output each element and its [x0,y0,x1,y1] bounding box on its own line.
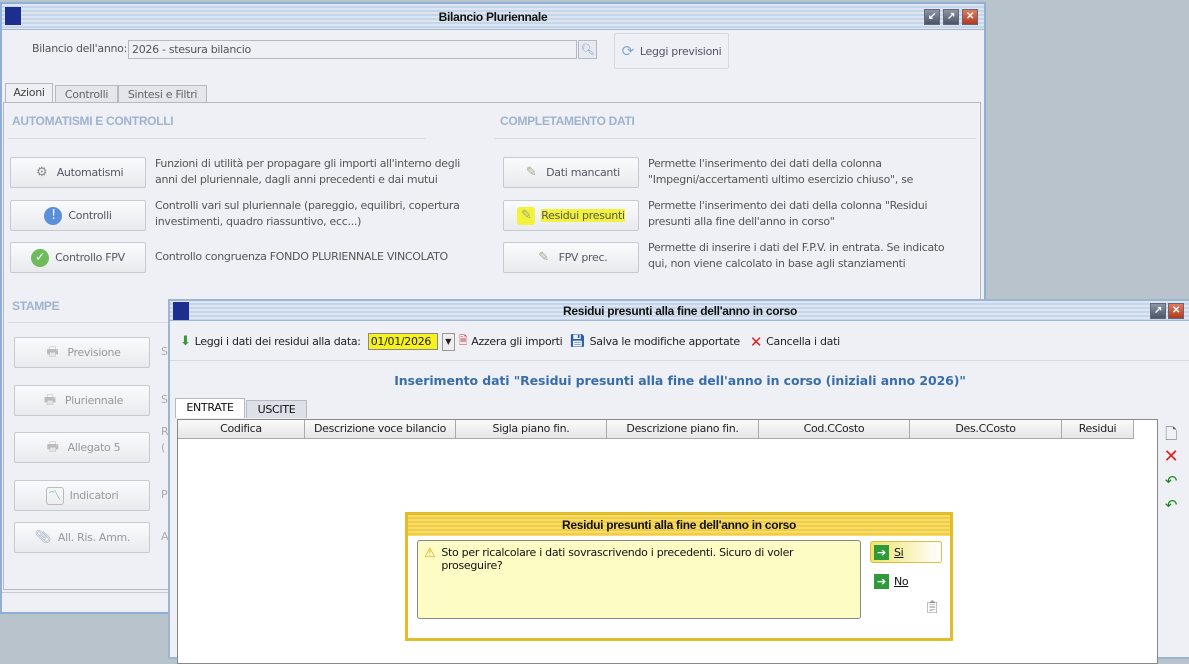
controlli-desc: Controlli vari sul pluriennale (pareggio… [155,199,460,228]
reset-icon[interactable]: 🗎︎ [459,332,468,351]
dialog-title: Residui presunti alla fine dell'anno in … [408,515,950,536]
residui-title: Residui presunti alla fine dell'anno in … [562,304,798,318]
leggi-previsioni-button[interactable]: ⟳ Leggi previsioni [614,33,729,69]
tab-controlli[interactable]: Controlli [55,85,118,103]
dialog-message-box: ⚠ Sto per ricalcolare i dati sovrascrive… [417,540,861,619]
read-date-label: Leggi i dati dei residui alla data: [194,335,361,348]
clipboard-icon[interactable]: 📋︎ [924,600,941,615]
printer-icon: 🖶︎ [43,392,56,408]
undo-all-icon[interactable]: ↶ [1161,495,1181,515]
paperclip-icon: 📎︎ [34,529,52,545]
year-label: Bilancio dell'anno: [32,42,128,55]
search-button[interactable]: 🔍︎ [578,40,597,59]
section-completamento: COMPLETAMENTO DATI [500,114,635,128]
app-logo-icon [5,7,21,25]
undo-row-icon[interactable]: ↶ [1161,471,1181,491]
delete-row-icon[interactable]: ✕ [1161,447,1181,467]
title-bar: Bilancio Pluriennale ↙ ↗ ✕ [2,4,984,30]
minimize-button[interactable]: ↙ [924,9,940,25]
controllo-fpv-button[interactable]: ✓ Controllo FPV [10,242,146,273]
reset-button[interactable]: Azzera gli importi [471,335,562,348]
printer-icon: 🖶︎ [46,439,59,455]
fpv-prec-desc: Permette di inserire i dati del F.P.V. i… [648,241,945,270]
pluriennale-desc: S [161,393,168,406]
printer-icon: 🖶︎ [46,344,59,360]
dati-mancanti-button[interactable]: ✎ Dati mancanti [503,157,639,188]
col-des-ccosto[interactable]: Des.CCosto [910,420,1062,439]
dati-mancanti-desc: Permette l'inserimento dei dati della co… [648,157,914,186]
tab-sintesi-filtri[interactable]: Sintesi e Filtri [118,85,207,103]
previsione-desc: S [161,345,168,358]
section-automatismi: AUTOMATISMI E CONTROLLI [12,114,174,128]
col-cod-ccosto[interactable]: Cod.CCosto [759,420,910,439]
divider [494,138,976,139]
controllo-fpv-desc: Controllo congruenza FONDO PLURIENNALE V… [155,250,448,263]
notepad-icon: ✎ [538,249,549,265]
automatismi-desc: Funzioni di utilità per propagare gli im… [155,157,460,186]
arrow-right-icon: ➔ [874,544,889,560]
notepad-icon: ✎ [517,206,536,225]
close-button[interactable]: ✕ [962,9,978,25]
residui-presunti-desc: Permette l'inserimento dei dati della co… [648,199,928,228]
refresh-icon: ⟳ [621,42,635,60]
app-logo-icon [173,302,189,320]
notepad-icon: ✎ [525,164,537,180]
window-title: Bilancio Pluriennale [438,10,548,24]
col-codifica[interactable]: Codifica [178,420,305,439]
close-button[interactable]: ✕ [1168,303,1184,319]
col-residui[interactable]: Residui [1062,420,1134,439]
year-input[interactable]: 2026 - stesura bilancio [128,40,577,59]
check-icon: ✓ [31,248,50,267]
new-row-icon[interactable]: 🗋︎ [1161,424,1181,444]
save-button[interactable]: Salva le modifiche apportate [590,335,741,348]
download-icon: ⬇ [180,334,191,349]
allegato-5-button[interactable]: 🖶︎ Allegato 5 [14,432,150,463]
section-stampe: STAMPE [12,299,60,313]
date-input[interactable]: 01/01/2026 [367,333,438,350]
col-descrizione-piano[interactable]: Descrizione piano fin. [607,420,759,439]
col-sigla-piano[interactable]: Sigla piano fin. [456,420,607,439]
info-icon: ! [44,206,63,225]
tab-entrate[interactable]: ENTRATE [175,398,245,418]
residui-title-bar: Residui presunti alla fine dell'anno in … [170,301,1189,321]
delete-button[interactable]: Cancella i dati [766,335,840,348]
residui-presunti-button[interactable]: ✎ Residui presunti [503,200,639,231]
date-dropdown-button[interactable]: ▼ [441,332,455,351]
automatismi-button[interactable]: ⚙ Automatismi [10,157,146,188]
col-descrizione-voce[interactable]: Descrizione voce bilancio [305,420,456,439]
maximize-button[interactable]: ↗ [943,9,959,25]
warning-icon: ⚠ [424,546,436,561]
subtitle: Inserimento dati "Residui presunti alla … [394,373,966,388]
tab-uscite[interactable]: USCITE [246,400,307,418]
dialog-message: Sto per ricalcolare i dati sovrascrivend… [441,546,794,572]
confirm-dialog: Residui presunti alla fine dell'anno in … [405,512,953,641]
maximize-button[interactable]: ↗ [1150,303,1166,319]
save-icon[interactable]: 💾︎ [569,334,586,349]
no-button[interactable]: ➔ No [870,570,942,592]
arrow-right-icon: ➔ [874,573,889,589]
indicatori-button[interactable]: 〽 Indicatori [14,480,150,511]
indicatori-desc: P [161,488,168,501]
pluriennale-button[interactable]: 🖶︎ Pluriennale [14,385,150,416]
yes-button[interactable]: ➔ Si [870,541,942,563]
controlli-button[interactable]: ! Controlli [10,200,146,231]
delete-icon[interactable]: ✕ [750,333,763,351]
divider [8,138,426,139]
grid-header: Codifica Descrizione voce bilancio Sigla… [178,420,1134,439]
previsione-button[interactable]: 🖶︎ Previsione [14,337,150,368]
toolbar: ⬇ Leggi i dati dei residui alla data: 01… [170,323,1189,361]
tab-azioni[interactable]: Azioni [5,83,53,103]
all-ris-amm-button[interactable]: 📎︎ All. Ris. Amm. [14,522,150,553]
fpv-prec-button[interactable]: ✎ FPV prec. [503,242,639,273]
chart-icon: 〽 [45,486,64,505]
tools-icon: ⚙ [36,164,48,180]
